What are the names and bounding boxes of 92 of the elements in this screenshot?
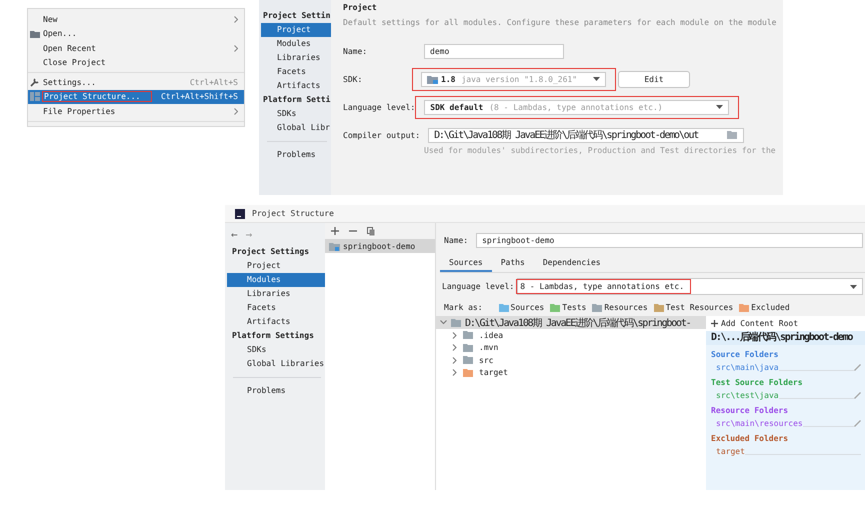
content-root-path: D:\...后端代码\springboot-demo (706, 331, 865, 345)
sidebar-item[interactable]: Modules (261, 37, 331, 51)
page-heading: Project (343, 3, 378, 14)
sidebar-item[interactable]: Global Libr (261, 121, 331, 135)
folder-group-title: Excluded Folders (711, 433, 790, 445)
tab[interactable]: Paths (492, 254, 534, 272)
language-level-dropdown[interactable]: 8 - Lambdas, type annotations etc. (517, 278, 863, 295)
wrench-icon (30, 78, 39, 87)
window-title: Project Structure (252, 209, 334, 218)
sidebar-item[interactable]: Modules (227, 273, 325, 287)
folder-path[interactable]: target (716, 446, 745, 456)
section-title: Platform Setti (262, 94, 331, 106)
tree-row[interactable]: src (436, 354, 706, 366)
shortcut-text: Ctrl+Alt+S (190, 78, 238, 87)
copy-icon[interactable] (367, 226, 375, 236)
menu-item[interactable]: Settings... Ctrl+Alt+S (28, 75, 244, 90)
folder-group-title: Source Folders (711, 349, 780, 361)
sidebar-item[interactable]: Artifacts (261, 79, 331, 93)
tab[interactable]: Dependencies (534, 254, 610, 272)
folder-group-title: Test Source Folders (711, 377, 804, 389)
description-text: Default settings for all modules. Configure these parameters for each module on the module (343, 17, 778, 29)
mark-as-button[interactable]: Tests (550, 303, 586, 312)
sidebar-item[interactable]: SDKs (261, 107, 331, 121)
menu-item[interactable]: Open... (28, 26, 244, 41)
tree-row[interactable]: target (436, 366, 706, 379)
dropdown-caret-icon (593, 77, 600, 81)
folder-icon (30, 30, 40, 38)
folder-path[interactable]: src\main\java (716, 362, 779, 372)
sidebar-item[interactable]: Libraries (227, 287, 325, 301)
mark-as-button[interactable]: Sources (498, 303, 544, 312)
folder-path[interactable]: src\main\resources (716, 418, 803, 428)
folder-icon (329, 242, 340, 250)
plus-icon[interactable] (331, 227, 339, 235)
edit-button[interactable]: Edit (618, 70, 690, 88)
app-icon (235, 208, 245, 218)
field-label: SDK: (343, 74, 364, 84)
module-item[interactable]: springboot-demo (325, 239, 435, 253)
sidebar-item[interactable]: Project (261, 23, 331, 37)
tree-row[interactable]: .idea (436, 329, 706, 342)
add-content-root-button[interactable]: Add Content Root (706, 316, 865, 331)
tree-row[interactable]: .mvn (436, 342, 706, 354)
sidebar-item[interactable]: Problems (227, 384, 325, 398)
language-level-dropdown[interactable]: SDK default (8 - Lambdas, type annotations etc.) (424, 100, 730, 114)
folder-group-title: Resource Folders (711, 405, 790, 417)
menu-item[interactable]: Close Project (28, 56, 244, 70)
sidebar-item[interactable]: SDKs (227, 343, 325, 357)
menu-label: Close Project (42, 58, 107, 68)
nav-arrow[interactable]: ← (231, 228, 238, 240)
section-title: Platform Settings (231, 330, 315, 342)
menu-item[interactable]: Open Recent (28, 41, 244, 56)
menu-label: Open Recent (42, 44, 97, 53)
sdk-dropdown[interactable]: 1.8 java version "1.8.0_261" (421, 72, 606, 86)
grid-icon (30, 92, 40, 102)
section-title: Project Settin (262, 10, 331, 22)
field-label: Name: (343, 46, 368, 56)
sidebar-item[interactable]: Global Libraries (227, 357, 325, 371)
sidebar-item[interactable]: Facets (261, 65, 331, 79)
name-field[interactable]: demo (424, 44, 564, 58)
field-label: Name: (444, 236, 468, 245)
field-label: Language level: (343, 102, 416, 112)
mark-as-label: Mark as: (444, 303, 483, 312)
menu-label: Settings... (42, 78, 97, 87)
mark-as-button[interactable]: Test Resources (654, 303, 734, 312)
menu-label: New (42, 14, 58, 24)
menu-label: Project Structure... (43, 92, 142, 102)
dropdown-caret-icon (716, 105, 724, 109)
sidebar-item[interactable]: Problems (261, 148, 331, 162)
menu-item[interactable]: File Properties (28, 104, 244, 118)
shortcut-text: Ctrl+Alt+Shift+S (160, 92, 238, 102)
sidebar-item[interactable]: Artifacts (227, 315, 325, 329)
menu-item[interactable]: Project Structure... Ctrl+Alt+Shift+S (28, 90, 244, 104)
mark-as-button[interactable]: Excluded (739, 303, 790, 312)
folder-icon (727, 131, 738, 139)
menu-label: File Properties (42, 106, 116, 116)
sidebar-item[interactable]: Libraries (261, 51, 331, 65)
plus-icon (711, 320, 718, 327)
field-label: Compiler output: (343, 130, 420, 140)
section-title: Project Settings (231, 246, 310, 258)
name-field[interactable]: springboot-demo (476, 233, 863, 248)
menu-item[interactable]: New (28, 12, 244, 26)
mark-as-button[interactable]: Resources (592, 303, 648, 312)
dropdown-caret-icon (850, 284, 857, 288)
folder-icon (427, 74, 438, 84)
dropdown-value: 8 - Lambdas, type annotations etc. (520, 282, 684, 291)
path-field[interactable]: D:\Git\Java108期 JavaEE进阶\后端代码\springboot-demo\out (428, 128, 744, 142)
tree-row[interactable]: D:\Git\Java108期 JavaEE进阶\后端代码\springboot- (436, 316, 706, 329)
tab[interactable]: Sources (440, 254, 492, 272)
hint-text: Used for modules' subdirectories, Production and Test directories for the (424, 146, 777, 155)
sidebar-item[interactable]: Facets (227, 301, 325, 315)
sidebar-item[interactable]: Project (227, 259, 325, 273)
field-label: Language level: (442, 282, 514, 291)
menu-label: Open... (42, 29, 78, 38)
